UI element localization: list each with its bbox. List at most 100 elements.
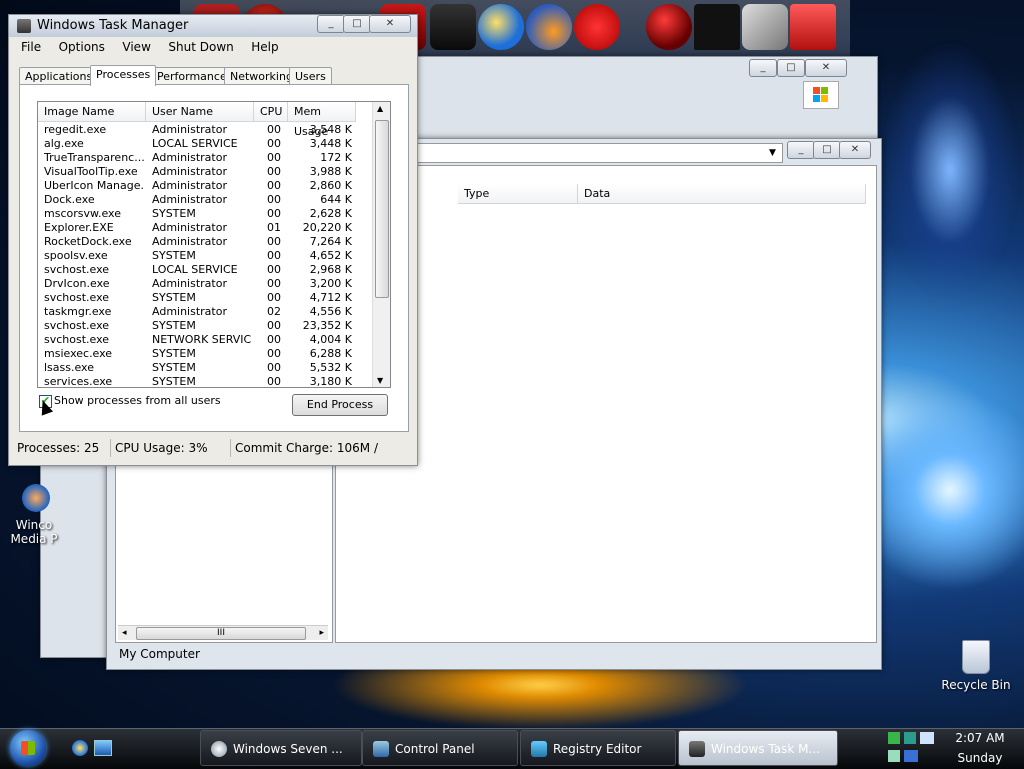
table-cell: 00	[267, 375, 281, 388]
desktop-icon-label[interactable]: Recycle Bin	[936, 678, 1016, 692]
tab-users[interactable]: Users	[289, 67, 332, 85]
taskbar-button-label: Windows Task M...	[711, 742, 820, 756]
scroll-thumb[interactable]	[375, 120, 389, 298]
minimize-button[interactable]: _	[317, 15, 345, 33]
tools-icon[interactable]	[742, 4, 788, 50]
table-row[interactable]: svchost.exe LOCAL SERVICE 00 2,968 K	[38, 263, 372, 277]
table-row[interactable]: Explorer.EXE Administrator 01 20,220 K	[38, 221, 372, 235]
table-row[interactable]: TrueTransparenc... Administrator 00 172 K	[38, 151, 372, 165]
column-header-type[interactable]: Type	[458, 184, 578, 204]
address-bar[interactable]	[407, 143, 783, 163]
table-row[interactable]: msiexec.exe SYSTEM 00 6,288 K	[38, 347, 372, 361]
tab-processes[interactable]: Processes	[90, 65, 157, 86]
show-all-label[interactable]: Show processes from all users	[54, 394, 221, 407]
table-row[interactable]: spoolsv.exe SYSTEM 00 4,652 K	[38, 249, 372, 263]
menu-shut-down[interactable]: Shut Down	[168, 40, 233, 54]
clock[interactable]: 2:07 AM Sunday	[944, 730, 1016, 766]
firefox-icon[interactable]	[526, 4, 572, 50]
table-cell: svchost.exe	[44, 319, 110, 332]
table-cell: 00	[267, 249, 281, 262]
table-cell: 3,548 K	[309, 123, 352, 136]
taskbar-button-registry-editor[interactable]: Registry Editor	[520, 730, 676, 766]
table-cell: 644 K	[320, 193, 352, 206]
tray-icon[interactable]	[888, 750, 900, 762]
taskbar-button-control-panel[interactable]: Control Panel	[362, 730, 518, 766]
menu-options[interactable]: Options	[59, 40, 105, 54]
table-row[interactable]: svchost.exe SYSTEM 00 4,712 K	[38, 291, 372, 305]
table-cell: Administrator	[152, 123, 227, 136]
show-desktop-icon[interactable]	[94, 740, 112, 756]
table-cell: SYSTEM	[152, 375, 196, 388]
tray-icon[interactable]	[904, 732, 916, 744]
table-row[interactable]: mscorsvw.exe SYSTEM 00 2,628 K	[38, 207, 372, 221]
tab-performance[interactable]: Performance	[151, 67, 233, 85]
table-row[interactable]: services.exe SYSTEM 00 3,180 K	[38, 375, 372, 388]
table-cell: 3,448 K	[309, 137, 352, 150]
close-button[interactable]: ✕	[839, 141, 871, 159]
red-orb-icon[interactable]	[646, 4, 692, 50]
maximize-button[interactable]: □	[813, 141, 841, 159]
end-process-button[interactable]: End Process	[292, 394, 388, 416]
table-cell: Administrator	[152, 165, 227, 178]
column-header-mem-usage[interactable]: Mem Usage	[288, 102, 356, 138]
scroll-up-icon[interactable]: ▲	[377, 104, 383, 113]
windows-media-player-icon[interactable]	[22, 484, 50, 512]
taskbar-button-task-manager[interactable]: Windows Task M...	[678, 730, 838, 766]
table-row[interactable]: DrvIcon.exe Administrator 00 3,200 K	[38, 277, 372, 291]
close-button[interactable]: ✕	[805, 59, 847, 77]
table-cell: 00	[267, 361, 281, 374]
tab-applications[interactable]: Applications	[19, 67, 99, 85]
process-list[interactable]: Image Name User Name CPU Mem Usage reged…	[37, 101, 391, 388]
scroll-down-icon[interactable]: ▼	[377, 376, 383, 385]
column-header-user-name[interactable]: User Name	[146, 102, 254, 122]
ccleaner-icon[interactable]	[574, 4, 620, 50]
table-cell: 5,532 K	[309, 361, 352, 374]
trash-icon[interactable]	[790, 4, 836, 50]
table-row[interactable]: svchost.exe SYSTEM 00 23,352 K	[38, 319, 372, 333]
maximize-button[interactable]: □	[777, 59, 805, 77]
desktop-icon-label[interactable]: Winco Media P	[4, 518, 64, 546]
clock-day: Sunday	[957, 751, 1003, 765]
internet-explorer-icon[interactable]	[72, 740, 88, 756]
recycle-bin-icon[interactable]	[962, 640, 990, 674]
table-row[interactable]: RocketDock.exe Administrator 00 7,264 K	[38, 235, 372, 249]
menu-view[interactable]: View	[122, 40, 150, 54]
table-cell: 3,200 K	[309, 277, 352, 290]
task-manager-window[interactable]: Windows Task Manager _ □ ✕ File Options …	[8, 14, 418, 466]
maximize-button[interactable]: □	[343, 15, 371, 33]
table-row[interactable]: svchost.exe NETWORK SERVICE 00 4,004 K	[38, 333, 372, 347]
app-icon[interactable]	[430, 4, 476, 50]
table-row[interactable]: VisualToolTip.exe Administrator 00 3,988 K	[38, 165, 372, 179]
table-row[interactable]: lsass.exe SYSTEM 00 5,532 K	[38, 361, 372, 375]
tshirt-icon[interactable]	[694, 4, 740, 50]
status-cpu-usage: CPU Usage: 3%	[111, 439, 231, 457]
menu-file[interactable]: File	[21, 40, 41, 54]
taskbar-button-windows-seven[interactable]: Windows Seven ...	[200, 730, 362, 766]
column-header-data[interactable]: Data	[578, 184, 866, 204]
minimize-button[interactable]: _	[749, 59, 777, 77]
internet-explorer-icon[interactable]	[478, 4, 524, 50]
column-header-image-name[interactable]: Image Name	[38, 102, 146, 122]
menu-help[interactable]: Help	[251, 40, 278, 54]
scroll-thumb[interactable]: III	[136, 627, 306, 640]
column-header-cpu[interactable]: CPU	[254, 102, 288, 122]
table-row[interactable]: regedit.exe Administrator 00 3,548 K	[38, 123, 372, 137]
windows-logo-icon	[21, 741, 35, 755]
tray-icon[interactable]	[904, 750, 918, 762]
title-bar[interactable]: Windows Task Manager _ □ ✕	[9, 15, 417, 37]
table-cell: 00	[267, 179, 281, 192]
chevron-down-icon[interactable]: ▼	[769, 148, 776, 158]
table-row[interactable]: Dock.exe Administrator 00 644 K	[38, 193, 372, 207]
vertical-scrollbar[interactable]: ▲ ▼	[372, 102, 390, 387]
tab-networking[interactable]: Networking	[224, 67, 299, 85]
start-button[interactable]	[10, 730, 46, 766]
table-row[interactable]: UberIcon Manage... Administrator 00 2,860 K	[38, 179, 372, 193]
table-row[interactable]: taskmgr.exe Administrator 02 4,556 K	[38, 305, 372, 319]
horizontal-scrollbar[interactable]: ◂ III ▸	[118, 625, 328, 640]
table-cell: 2,968 K	[309, 263, 352, 276]
table-row[interactable]: alg.exe LOCAL SERVICE 00 3,448 K	[38, 137, 372, 151]
tray-icon[interactable]	[920, 732, 934, 744]
minimize-button[interactable]: _	[787, 141, 815, 159]
tray-icon[interactable]	[888, 732, 900, 744]
close-button[interactable]: ✕	[369, 15, 411, 33]
